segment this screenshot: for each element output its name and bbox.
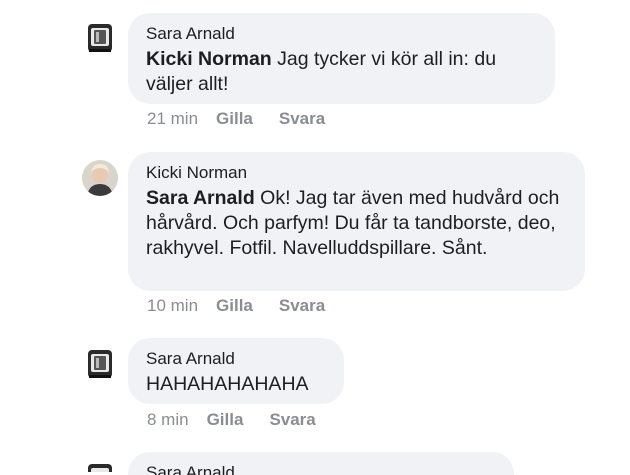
comment-text: Sara Arnald Ok! Jag tar även med hudvård…	[146, 186, 567, 261]
comment-meta: 8 min Gilla Svara	[147, 410, 342, 430]
comment-bubble: Sara Arnald HAHAHAHAHAHA	[128, 338, 344, 404]
mixer-appliance-avatar[interactable]	[82, 460, 118, 472]
like-button[interactable]: Gilla	[216, 109, 253, 129]
mention-link[interactable]: Kicki Norman	[146, 48, 272, 70]
reply-button[interactable]: Svara	[279, 109, 325, 129]
comment-timestamp[interactable]: 8 min	[147, 410, 189, 430]
comment-author[interactable]: Sara Arnald	[146, 463, 496, 475]
comment-author[interactable]: Sara Arnald	[146, 349, 326, 369]
comment-timestamp[interactable]: 10 min	[147, 296, 198, 316]
mixer-appliance-avatar[interactable]	[82, 346, 118, 382]
comment-body: HAHAHAHAHAHA	[146, 373, 309, 395]
comment-bubble: Sara Arnald Kicki Norman Jag tycker vi k…	[128, 13, 555, 104]
profile-photo-avatar[interactable]	[82, 160, 118, 196]
comment-text: Kicki Norman Jag tycker vi kör all in: d…	[146, 47, 537, 97]
reply-button[interactable]: Svara	[269, 410, 315, 430]
comment-meta: 21 min Gilla Svara	[147, 109, 351, 129]
comment-author[interactable]: Sara Arnald	[146, 24, 537, 44]
comment-bubble: Kicki Norman Sara Arnald Ok! Jag tar äve…	[128, 152, 585, 291]
comment-timestamp[interactable]: 21 min	[147, 109, 198, 129]
comment-author[interactable]: Kicki Norman	[146, 163, 567, 183]
comment-text: HAHAHAHAHAHA	[146, 372, 326, 397]
like-button[interactable]: Gilla	[216, 296, 253, 316]
mention-link[interactable]: Sara Arnald	[146, 187, 255, 209]
mixer-appliance-avatar[interactable]	[82, 20, 118, 56]
reply-button[interactable]: Svara	[279, 296, 325, 316]
comment-meta: 10 min Gilla Svara	[147, 296, 351, 316]
like-button[interactable]: Gilla	[207, 410, 244, 430]
